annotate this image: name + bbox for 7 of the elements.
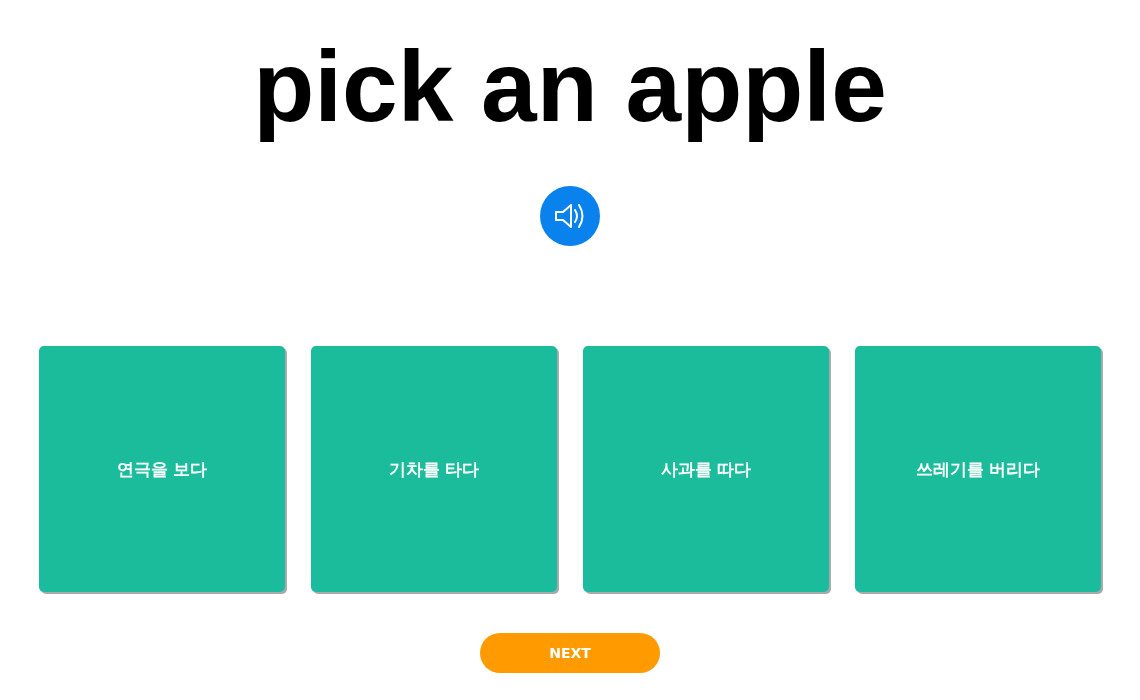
next-button[interactable]: NEXT [480,633,660,673]
prompt-title: pick an apple [253,29,887,144]
answer-card[interactable]: 쓰레기를 버리다 [855,346,1101,592]
answer-card[interactable]: 기차를 타다 [311,346,557,592]
answer-card[interactable]: 연극을 보다 [39,346,285,592]
answer-card[interactable]: 사과를 따다 [583,346,829,592]
speaker-button[interactable] [540,186,600,246]
